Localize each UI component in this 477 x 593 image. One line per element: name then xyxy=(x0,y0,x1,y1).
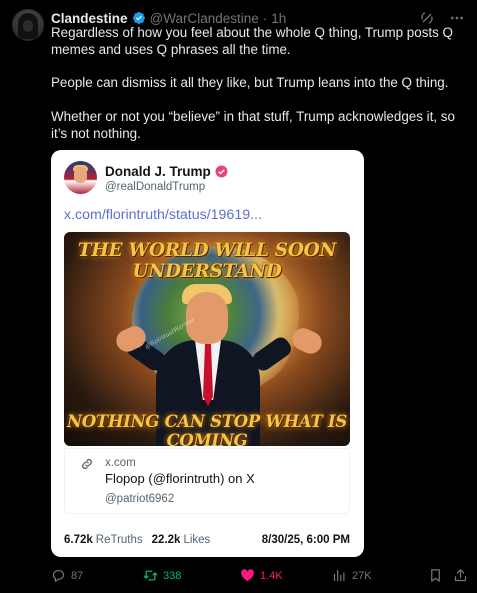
retruths-count: 6.72k xyxy=(64,534,93,546)
quoted-post-link[interactable]: x.com/florintruth/status/19619... xyxy=(64,207,262,223)
link-preview-card[interactable]: x.com Flopop (@florintruth) on X @patrio… xyxy=(64,448,350,514)
quoted-likes-label: Likes xyxy=(183,534,211,546)
views-count: 27K xyxy=(352,569,372,582)
post-timestamp[interactable]: 1h xyxy=(271,11,286,26)
heart-icon xyxy=(241,569,254,582)
image-bottom-caption: NOTHING CAN STOP WHAT IS COMING xyxy=(67,412,347,446)
truth-verified-badge-icon xyxy=(215,165,228,178)
quoted-author-handle[interactable]: @realDonaldTrump xyxy=(105,181,205,193)
more-dots-icon[interactable] xyxy=(449,10,465,26)
bookmark-icon xyxy=(431,569,440,582)
author-handle[interactable]: @WarClandestine xyxy=(150,11,259,26)
tweet-post: Clandestine @WarClandestine · 1h Regardl… xyxy=(0,0,477,593)
author-avatar[interactable] xyxy=(12,9,44,41)
post-top-actions xyxy=(419,10,465,26)
quoted-author-name[interactable]: Donald J. Trump xyxy=(105,164,211,179)
like-count: 1.4K xyxy=(260,569,283,582)
reply-count: 87 xyxy=(71,569,84,582)
tweet-body: Regardless of how you feel about the who… xyxy=(51,25,466,159)
link-icon xyxy=(82,459,92,469)
share-icon xyxy=(454,569,467,582)
quoted-author-name-row: Donald J. Trump xyxy=(105,164,228,179)
avatar-face-shape xyxy=(23,20,33,32)
repost-icon xyxy=(143,570,158,581)
reply-icon xyxy=(52,569,65,583)
avatar-head-shape xyxy=(74,167,87,183)
link-card-subtitle: @patriot6962 xyxy=(105,493,175,505)
quoted-author-avatar[interactable] xyxy=(64,161,97,194)
quoted-truth-card[interactable]: Donald J. Trump @realDonaldTrump x.com/f… xyxy=(51,150,364,557)
bookmark-button[interactable] xyxy=(428,568,443,583)
tweet-paragraph: Whether or not you “believe” in that stu… xyxy=(51,108,455,141)
quoted-meme-image[interactable]: @SpiritualWarrior THE WORLD WILL SOON UN… xyxy=(64,232,350,446)
quoted-stats-row: 6.72k ReTruths 22.2k Likes 8/30/25, 6:00… xyxy=(64,534,354,546)
retruths-label: ReTruths xyxy=(95,534,143,546)
views-button[interactable]: 27K xyxy=(332,568,372,583)
tweet-paragraph: People can dismiss it all they like, but… xyxy=(51,75,449,91)
header-separator: · xyxy=(262,10,268,26)
image-top-caption: THE WORLD WILL SOON UNDERSTAND xyxy=(77,240,337,282)
quoted-likes-count: 22.2k xyxy=(151,534,181,546)
action-bar: 87 338 1.4K 27K xyxy=(51,568,469,584)
repost-count: 338 xyxy=(163,569,182,582)
share-button[interactable] xyxy=(453,568,468,583)
views-chart-icon xyxy=(333,569,345,582)
repost-button[interactable]: 338 xyxy=(143,568,181,583)
link-card-domain: x.com xyxy=(105,457,136,469)
like-button[interactable]: 1.4K xyxy=(240,568,283,583)
reply-button[interactable]: 87 xyxy=(51,568,83,583)
link-card-title[interactable]: Flopop (@florintruth) on X xyxy=(105,471,255,486)
author-name[interactable]: Clandestine xyxy=(51,11,128,26)
tweet-paragraph: Regardless of how you feel about the who… xyxy=(51,25,453,57)
grok-icon[interactable] xyxy=(419,10,435,26)
verified-badge-icon xyxy=(132,12,145,24)
quoted-post-date: 8/30/25, 6:00 PM xyxy=(261,534,350,546)
